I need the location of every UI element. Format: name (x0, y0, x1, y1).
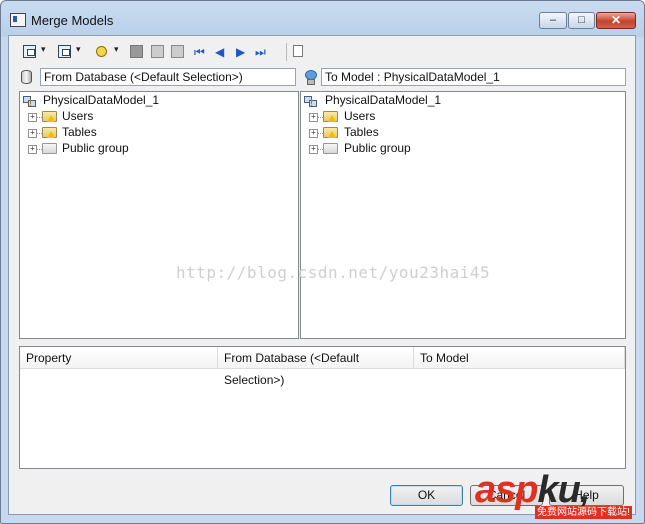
dropdown-arrow-icon[interactable] (114, 44, 121, 57)
right-pane-header: To Model : PhysicalDataModel_1 (321, 68, 626, 86)
lightbulb-icon[interactable] (96, 46, 107, 57)
ok-button[interactable]: OK (390, 485, 463, 506)
aspku-logo: aspku, 免费网站源码下载站! (473, 468, 645, 524)
model-package-icon: ! (23, 94, 37, 108)
tree-item-users[interactable]: Users (344, 109, 375, 124)
tree-root[interactable]: PhysicalDataModel_1 (325, 93, 441, 108)
expand-icon[interactable]: + (28, 129, 37, 138)
tree-root[interactable]: PhysicalDataModel_1 (43, 93, 159, 108)
window-title: Merge Models (31, 13, 114, 28)
warning-icon (47, 131, 55, 138)
warning-icon (328, 115, 336, 122)
column-header-from-database[interactable]: From Database (<Default Selection>) (218, 347, 414, 387)
toolbar-separator (286, 43, 287, 61)
minimize-button[interactable]: – (539, 12, 567, 29)
select-filter-icon[interactable] (58, 45, 71, 58)
expand-icon[interactable]: + (309, 145, 318, 154)
last-icon[interactable]: ⏭ (255, 45, 266, 59)
title-bar[interactable]: Merge Models – □ ✕ (1, 1, 644, 35)
tree-item-public-group[interactable]: Public group (344, 141, 411, 156)
database-icon (21, 70, 32, 84)
select-all-icon[interactable] (23, 45, 36, 58)
left-pane-header: From Database (<Default Selection>) (40, 68, 296, 86)
folder-icon (323, 143, 338, 154)
expand-icon[interactable]: + (309, 113, 318, 122)
logo-tagline: 免费网站源码下载站! (535, 506, 632, 519)
dropdown-arrow-icon[interactable] (41, 44, 48, 57)
column-header-property[interactable]: Property (20, 347, 218, 369)
warning-icon (328, 131, 336, 138)
warning-icon (47, 115, 55, 122)
tree-item-tables[interactable]: Tables (62, 125, 97, 140)
model-package-icon: ! (304, 94, 318, 108)
expand-icon[interactable]: + (309, 129, 318, 138)
toolbar: ⏮ ◀ ▶ ⏭ (8, 42, 308, 62)
column-header-to-model[interactable]: To Model (414, 347, 625, 369)
tree-item-users[interactable]: Users (62, 109, 93, 124)
compare-icon[interactable] (171, 45, 184, 58)
right-tree[interactable]: ! PhysicalDataModel_1 + Users + Tables +… (300, 91, 626, 339)
logo-text-asp: asp (475, 469, 538, 511)
logo-text-ku: ku (537, 469, 580, 511)
watermark: http://blog.csdn.net/you23hai45 (176, 263, 491, 282)
left-tree[interactable]: ! PhysicalDataModel_1 + Users + Tables +… (19, 91, 299, 339)
logo-dot: , (579, 469, 591, 511)
first-icon[interactable]: ⏮ (194, 45, 205, 59)
expand-icon[interactable]: + (28, 145, 37, 154)
merge-item-icon[interactable] (130, 45, 143, 58)
maximize-button[interactable]: □ (568, 12, 595, 29)
apply-icon[interactable] (151, 45, 164, 58)
dropdown-arrow-icon[interactable] (76, 44, 83, 57)
model-icon (304, 70, 317, 85)
folder-icon (42, 143, 57, 154)
properties-grid[interactable]: Property From Database (<Default Selecti… (19, 346, 626, 469)
tree-item-public-group[interactable]: Public group (62, 141, 129, 156)
expand-icon[interactable]: + (28, 113, 37, 122)
tree-item-tables[interactable]: Tables (344, 125, 379, 140)
app-icon (10, 13, 26, 27)
next-icon[interactable]: ▶ (236, 45, 245, 59)
close-button[interactable]: ✕ (596, 12, 636, 29)
previous-icon[interactable]: ◀ (215, 45, 224, 59)
properties-icon[interactable] (293, 45, 303, 57)
